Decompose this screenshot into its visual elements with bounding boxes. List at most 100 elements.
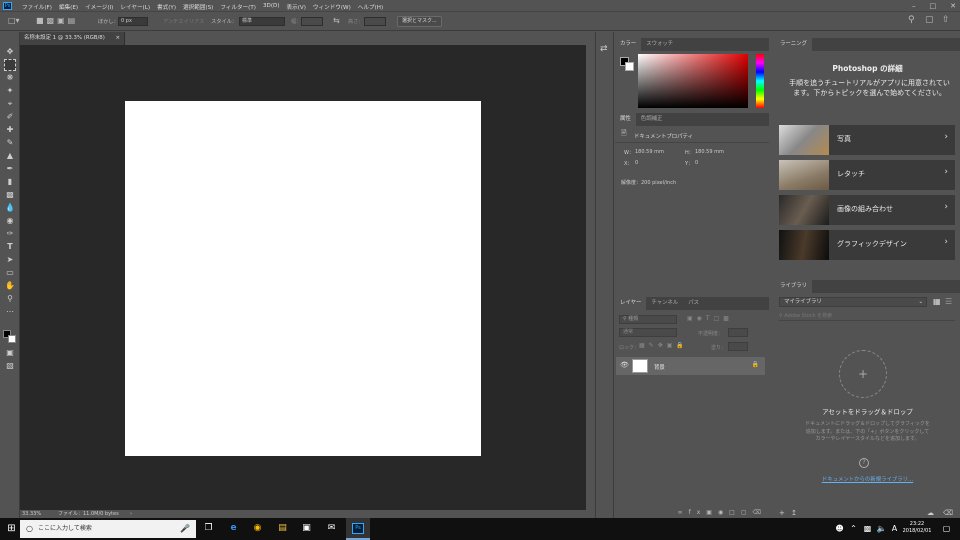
library-select[interactable]: マイライブラリ ⌄ [779, 297, 927, 307]
background-color-swatch[interactable] [8, 335, 16, 343]
new-library-from-document-link[interactable]: ドキュメントからの新規ライブラリ... [775, 475, 960, 483]
add-content-icon[interactable]: + [779, 509, 785, 517]
store-icon[interactable]: ▣ [300, 522, 313, 535]
menu-type[interactable]: 書式(Y) [157, 3, 176, 11]
move-tool-icon[interactable]: ✥ [4, 46, 16, 58]
layer-filter-select[interactable]: ⚲ 種類 [619, 315, 677, 324]
width-value[interactable]: 180.59 mm [635, 149, 664, 155]
menu-layer[interactable]: レイヤー(L) [120, 3, 150, 11]
maximize-icon[interactable]: □ [930, 2, 937, 10]
swap-icon[interactable]: ⇆ [333, 16, 340, 25]
people-icon[interactable]: ☻ [833, 522, 846, 535]
system-tray-icon[interactable]: ⌃ [847, 522, 860, 535]
eyedropper-tool-icon[interactable]: ✐ [4, 111, 16, 123]
edge-browser-icon[interactable]: e [227, 522, 240, 535]
blur-tool-icon[interactable]: 💧 [4, 202, 16, 214]
selection-mode-icons[interactable]: ■▩▣▤ [36, 16, 78, 25]
learn-card-photo[interactable]: 写真 › [779, 125, 955, 155]
mail-icon[interactable]: ✉ [325, 522, 338, 535]
taskbar-search-box[interactable]: ○ ここに入力して検索 🎤 [20, 520, 196, 538]
notification-icon[interactable]: ▢ [940, 522, 953, 535]
add-asset-icon[interactable]: + [839, 350, 887, 398]
learn-card-graphic-design[interactable]: グラフィックデザイン › [779, 230, 955, 260]
hue-slider[interactable] [756, 54, 764, 108]
dodge-tool-icon[interactable]: ◉ [4, 215, 16, 227]
blend-mode-select[interactable]: 通常 [619, 328, 677, 337]
taskbar-clock[interactable]: 23:22 2018/02/01 [898, 521, 936, 535]
layer-name[interactable]: 背景 [654, 363, 665, 371]
height-value[interactable]: 180.59 mm [695, 149, 724, 155]
tab-swatches[interactable]: スウォッチ [641, 38, 678, 51]
layer-row[interactable]: 👁 背景 🔒 [616, 357, 765, 375]
stock-search-input[interactable]: ⚲ Adobe Stock を検索 [779, 311, 955, 321]
tab-properties[interactable]: 属性 [615, 113, 636, 126]
cloud-icon[interactable]: ☁ [927, 509, 934, 517]
zoom-level[interactable]: 33.33% [22, 510, 41, 518]
color-picker-field[interactable] [638, 54, 748, 108]
menu-select[interactable]: 選択範囲(S) [183, 3, 213, 11]
width-input[interactable] [301, 17, 323, 26]
gradient-tool-icon[interactable]: ▩ [4, 189, 16, 201]
tab-layers[interactable]: レイヤー [615, 297, 647, 310]
network-icon[interactable]: ▩ [861, 522, 874, 535]
healing-brush-tool-icon[interactable]: ✚ [4, 124, 16, 136]
crop-tool-icon[interactable]: ⌖ [4, 98, 16, 110]
tab-libraries[interactable]: ライブラリ [775, 280, 812, 293]
antialias-checkbox[interactable]: アンチエイリアス [163, 18, 204, 25]
canvas-area[interactable] [20, 45, 586, 510]
brush-tool-icon[interactable]: ✎ [4, 137, 16, 149]
layer-actions-bar[interactable]: ∞fx▣◉□▢⌫ [617, 509, 767, 516]
menu-image[interactable]: イメージ(I) [85, 3, 113, 11]
clone-stamp-tool-icon[interactable]: ▲ [4, 150, 16, 162]
screen-mode-icon[interactable]: ▧ [4, 360, 16, 372]
minimize-icon[interactable]: – [912, 2, 916, 10]
eraser-tool-icon[interactable]: ▮ [4, 176, 16, 188]
file-explorer-icon[interactable]: ▤ [276, 522, 289, 535]
layer-filter-icons[interactable]: ▣◉T□▩ [687, 315, 733, 322]
feather-input[interactable]: 0 px [118, 17, 148, 26]
learn-card-retouch[interactable]: レタッチ › [779, 160, 955, 190]
tab-color[interactable]: カラー [615, 38, 642, 51]
quick-mask-icon[interactable]: ▣ [4, 347, 16, 359]
list-view-icon[interactable]: ☰ [945, 297, 952, 306]
style-select[interactable]: 標準 [239, 17, 285, 26]
fill-input[interactable] [728, 342, 748, 351]
marquee-tool-icon[interactable] [4, 59, 16, 71]
close-icon[interactable]: ✕ [950, 2, 956, 10]
opacity-input[interactable] [728, 328, 748, 337]
menu-3d[interactable]: 3D(D) [263, 3, 280, 11]
history-panel-icon[interactable]: ⇄ [600, 44, 608, 54]
hand-tool-icon[interactable]: ✋ [4, 280, 16, 292]
path-selection-tool-icon[interactable]: ➤ [4, 254, 16, 266]
lasso-tool-icon[interactable]: ❋ [4, 72, 16, 84]
pen-tool-icon[interactable]: ✑ [4, 228, 16, 240]
menu-filter[interactable]: フィルター(T) [220, 3, 256, 11]
share-icon[interactable]: ⇧ [942, 15, 950, 25]
search-icon[interactable]: ⚲ [908, 15, 915, 25]
y-value[interactable]: 0 [695, 160, 698, 166]
select-and-mask-button[interactable]: 選択とマスク... [397, 16, 442, 27]
learn-card-compositing[interactable]: 画像の組み合わせ › [779, 195, 955, 225]
menu-file[interactable]: ファイル(F) [22, 3, 52, 11]
panel-background-swatch[interactable] [625, 62, 634, 71]
document-canvas[interactable] [125, 101, 481, 456]
status-expand-icon[interactable]: › [130, 510, 132, 518]
type-tool-icon[interactable]: T [4, 241, 16, 253]
tab-channels[interactable]: チャンネル [646, 297, 683, 310]
trash-icon[interactable]: ⌫ [943, 509, 953, 517]
menu-help[interactable]: ヘルプ(H) [358, 3, 383, 11]
layer-lock-icon[interactable]: 🔒 [752, 361, 759, 368]
microphone-icon[interactable]: 🎤 [180, 520, 190, 538]
workspace-icon[interactable]: ▢ [925, 15, 934, 25]
lock-icons[interactable]: ▦✎✥▣🔒 [639, 342, 688, 349]
menu-view[interactable]: 表示(V) [287, 3, 306, 11]
volume-icon[interactable]: 🔈 [875, 522, 888, 535]
tab-learn[interactable]: ラーニング [775, 38, 812, 51]
rectangle-tool-icon[interactable]: ▭ [4, 267, 16, 279]
tab-adjustments[interactable]: 色調補正 [636, 113, 668, 126]
close-tab-icon[interactable]: × [115, 32, 120, 45]
photoshop-taskbar-button[interactable]: Ps [346, 518, 370, 540]
quick-select-tool-icon[interactable]: ✦ [4, 85, 16, 97]
tab-paths[interactable]: パス [683, 297, 704, 310]
help-icon[interactable]: ? [859, 458, 869, 468]
